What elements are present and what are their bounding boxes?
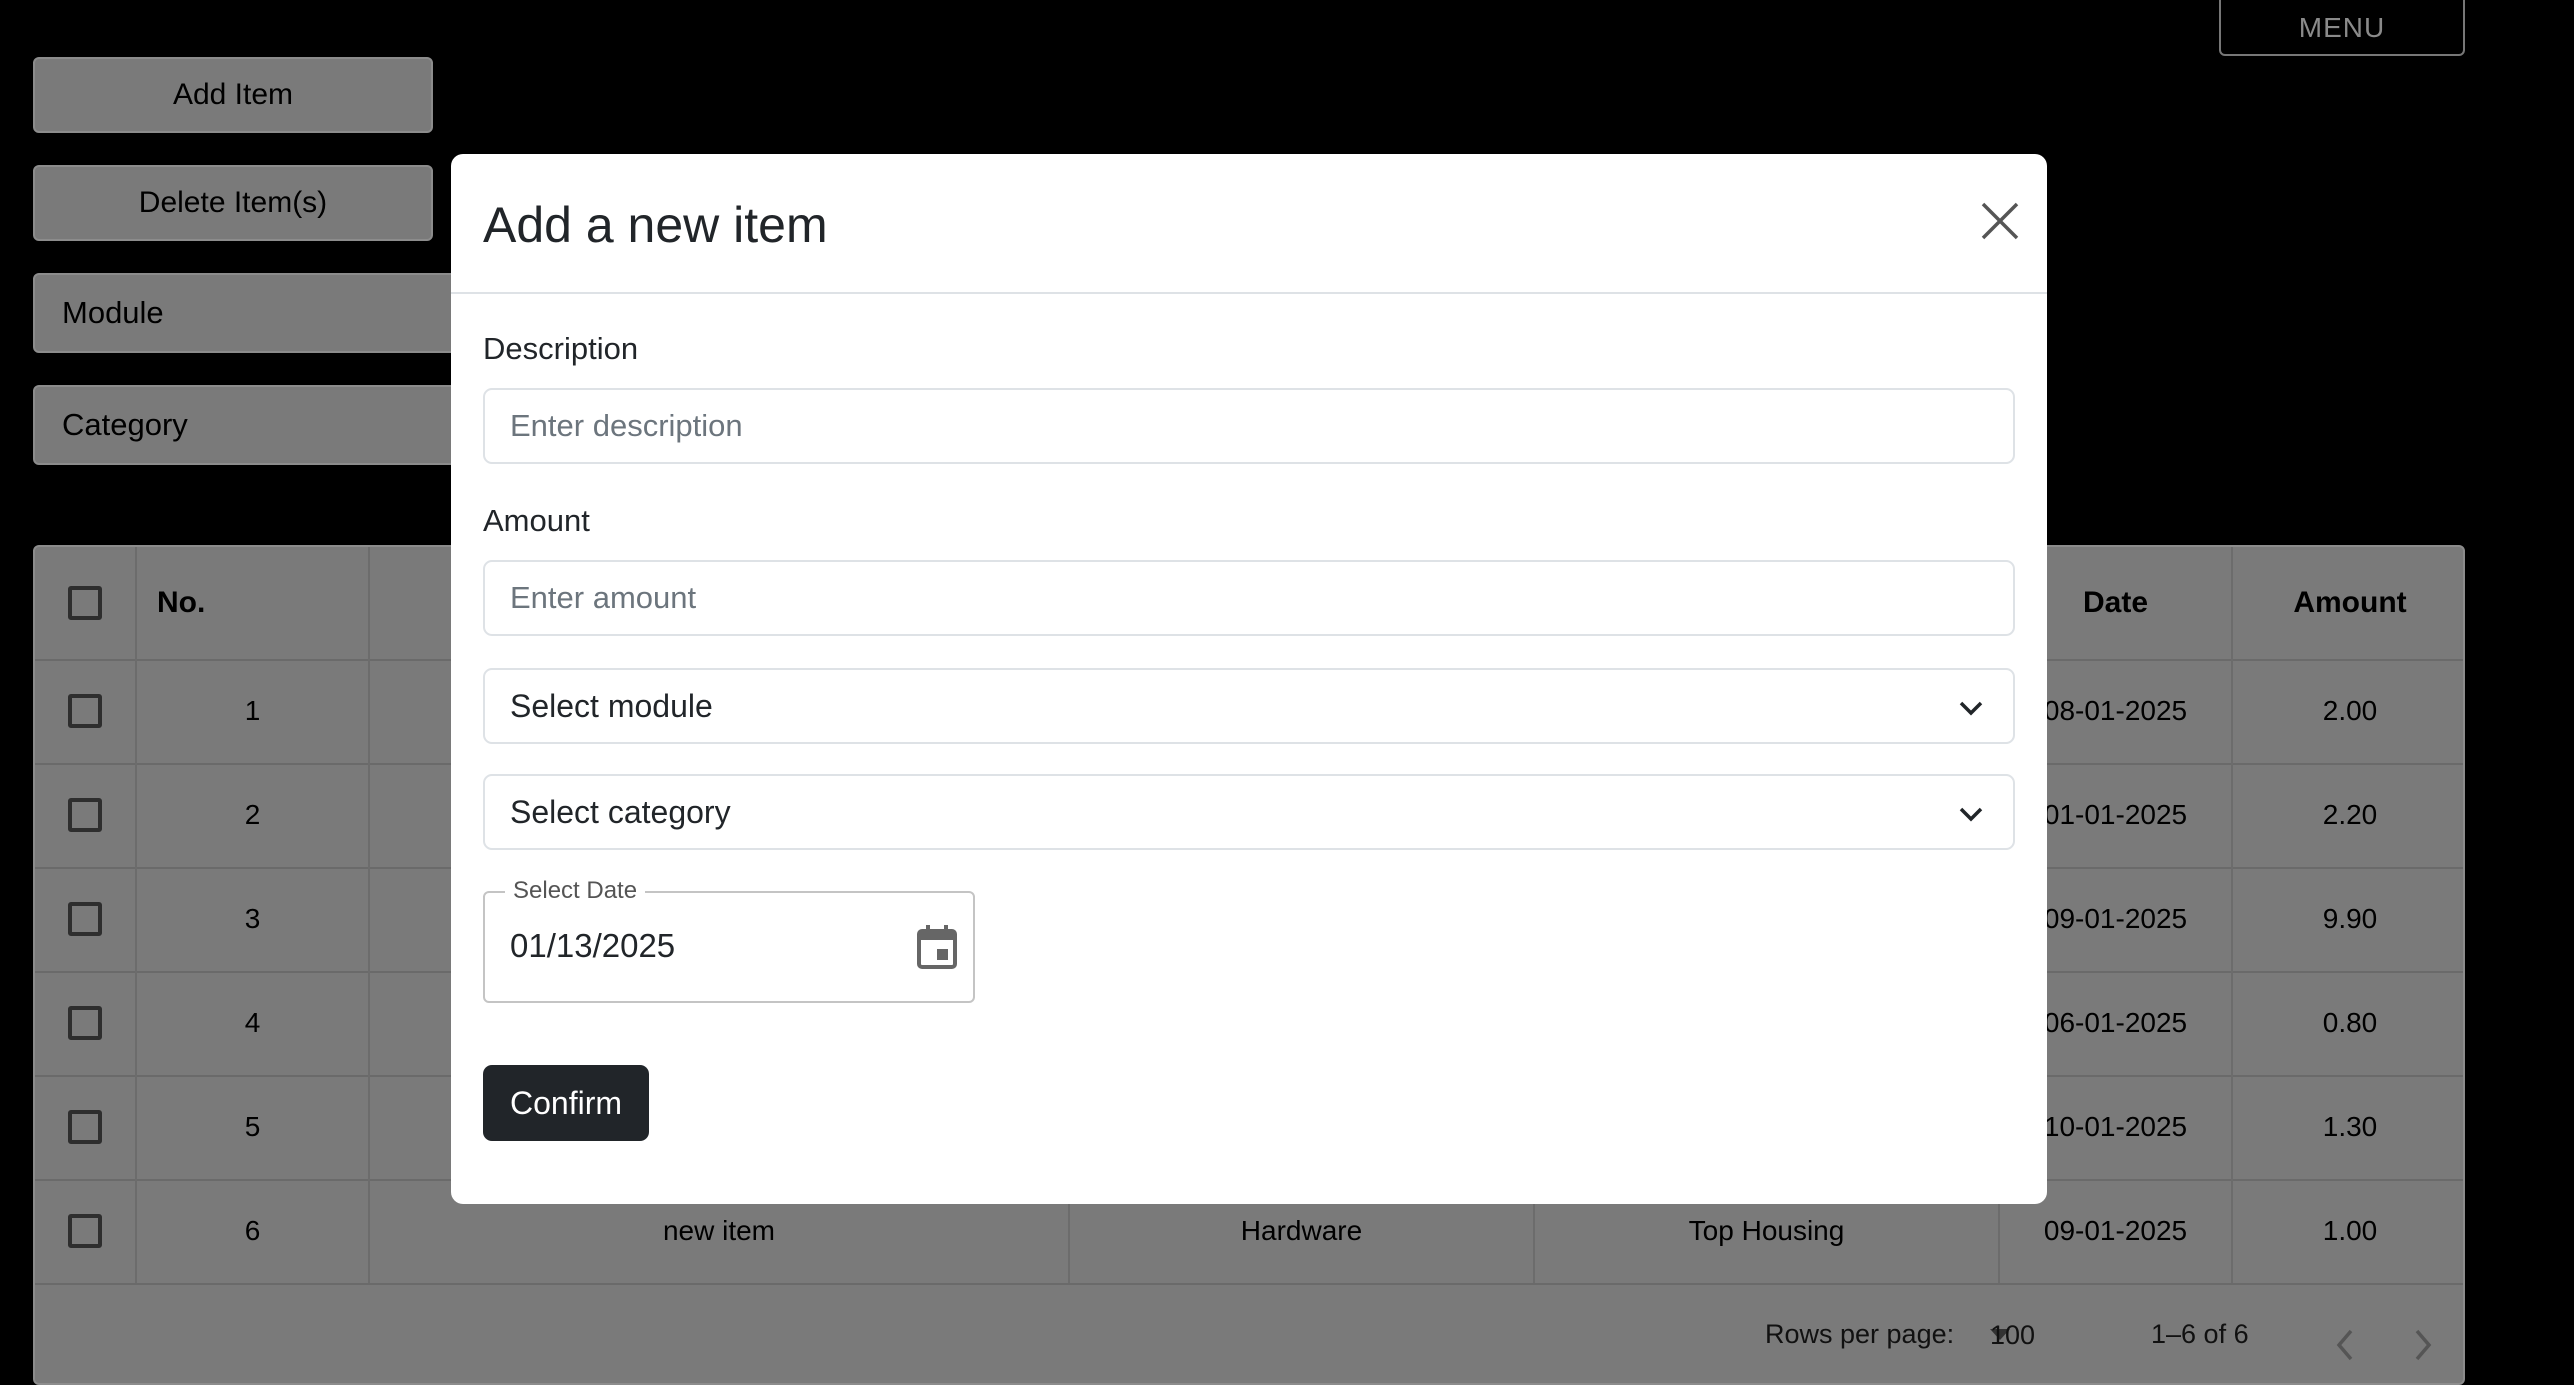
amount-label: Amount <box>483 503 590 538</box>
cell-amount: 2.00 <box>2231 659 2463 763</box>
date-picker-value[interactable]: 01/13/2025 <box>510 927 675 965</box>
category-select-value: Select category <box>510 793 731 830</box>
cell-no: 1 <box>135 659 368 763</box>
category-filter-select[interactable]: Category <box>33 385 493 465</box>
rows-per-page-value: 100 <box>1990 1319 2036 1350</box>
row-checkbox[interactable] <box>68 1214 102 1248</box>
calendar-icon[interactable] <box>915 923 959 971</box>
description-label: Description <box>483 331 639 366</box>
grid-pagination-footer: Rows per page: 100 1–6 of 6 <box>35 1289 2463 1383</box>
cell-no: 5 <box>135 1075 368 1179</box>
cell-amount: 1.30 <box>2231 1075 2463 1179</box>
category-filter-label: Category <box>62 407 188 442</box>
modal-title: Add a new item <box>483 197 828 253</box>
row-checkbox[interactable] <box>68 694 102 728</box>
chevron-left-icon[interactable] <box>2333 1327 2357 1363</box>
column-header-no[interactable]: No. <box>135 547 368 659</box>
category-select[interactable]: Select category <box>483 774 2015 850</box>
confirm-button[interactable]: Confirm <box>483 1065 649 1141</box>
row-checkbox[interactable] <box>68 1110 102 1144</box>
module-select-value: Select module <box>510 687 713 724</box>
cell-no: 4 <box>135 971 368 1075</box>
add-item-modal: Add a new item Description Amount Select… <box>451 154 2047 1204</box>
delete-items-button[interactable]: Delete Item(s) <box>33 165 433 241</box>
modal-header: Add a new item <box>451 154 2047 294</box>
cell-amount: 0.80 <box>2231 971 2463 1075</box>
add-item-button[interactable]: Add Item <box>33 57 433 133</box>
cell-amount: 9.90 <box>2231 867 2463 971</box>
pagination-range: 1–6 of 6 <box>2151 1319 2249 1349</box>
menu-button[interactable]: MENU <box>2219 0 2465 56</box>
module-select[interactable]: Select module <box>483 668 2015 744</box>
cell-no: 2 <box>135 763 368 867</box>
module-filter-select[interactable]: Module <box>33 273 493 353</box>
description-input[interactable] <box>483 388 2015 464</box>
date-picker-label: Select Date <box>505 877 646 905</box>
chevron-down-icon <box>1959 701 1983 716</box>
rows-per-page-label: Rows per page: <box>1765 1319 1955 1349</box>
cell-no: 6 <box>135 1179 368 1283</box>
row-checkbox[interactable] <box>68 1006 102 1040</box>
amount-input[interactable] <box>483 560 2015 636</box>
column-header-amount[interactable]: Amount <box>2231 547 2463 659</box>
select-all-checkbox[interactable] <box>68 586 102 620</box>
module-filter-label: Module <box>62 295 164 330</box>
cell-no: 3 <box>135 867 368 971</box>
cell-amount: 2.20 <box>2231 763 2463 867</box>
row-checkbox[interactable] <box>68 798 102 832</box>
rows-per-page-select[interactable]: 100 <box>1990 1320 2035 1350</box>
date-picker-field[interactable]: Select Date 01/13/2025 <box>483 877 975 1003</box>
close-icon[interactable] <box>1977 198 2023 244</box>
chevron-down-icon <box>1959 807 1983 822</box>
cell-amount: 1.00 <box>2231 1179 2463 1283</box>
chevron-right-icon[interactable] <box>2411 1327 2435 1363</box>
row-checkbox[interactable] <box>68 902 102 936</box>
